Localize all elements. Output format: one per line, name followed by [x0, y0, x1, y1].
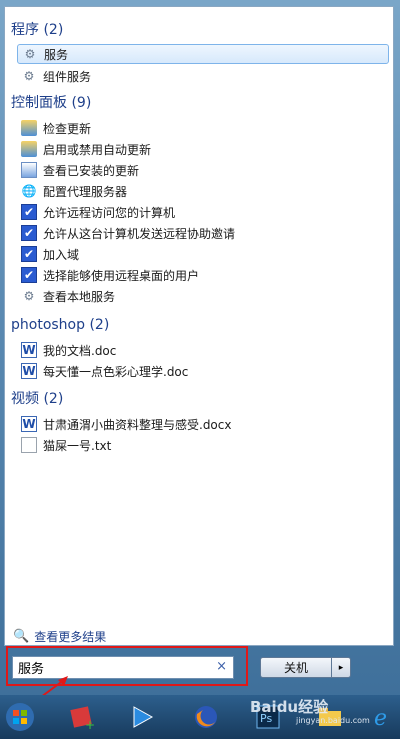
taskbar-app-notes[interactable]: +	[64, 699, 100, 735]
watermark: Baidu经验	[250, 698, 329, 716]
result-item-auto-updates[interactable]: 启用或禁用自动更新	[17, 139, 389, 159]
notes-icon: +	[70, 706, 95, 730]
group-programs-title[interactable]: 程序 (2)	[11, 21, 63, 39]
start-button[interactable]	[2, 699, 38, 735]
play-icon	[133, 706, 154, 728]
watermark-url: jingyan.baidu.com	[296, 716, 370, 725]
svg-text:+: +	[85, 718, 95, 730]
result-item-color-psychology[interactable]: W 每天懂一点色彩心理学.doc	[17, 361, 389, 381]
taskbar-app-player[interactable]	[124, 699, 160, 735]
result-item-local-services[interactable]: ⚙ 查看本地服务	[17, 286, 389, 306]
group-photoshop-title[interactable]: photoshop (2)	[11, 316, 109, 334]
result-item-check-updates[interactable]: 检查更新	[17, 118, 389, 138]
firefox-icon	[195, 706, 217, 728]
remote-access-icon: ✔	[21, 204, 37, 220]
group-control-panel-title[interactable]: 控制面板 (9)	[11, 94, 91, 112]
shutdown-button[interactable]: 关机	[260, 657, 332, 678]
result-item-remote-desktop-users[interactable]: ✔ 选择能够使用远程桌面的用户	[17, 265, 389, 285]
proxy-icon: 🌐	[21, 184, 37, 198]
taskbar-app-firefox[interactable]	[188, 699, 224, 735]
word-doc-icon: W	[21, 416, 37, 432]
svg-text:e: e	[374, 706, 387, 731]
result-item-installed-updates[interactable]: 查看已安装的更新	[17, 160, 389, 180]
taskbar-app-ie[interactable]: e	[366, 699, 400, 735]
installed-updates-icon	[21, 162, 37, 178]
gear-icon: ⚙	[24, 47, 36, 61]
result-item-txt-file[interactable]: 猫屎一号.txt	[17, 435, 389, 455]
control-panel-icon	[21, 141, 37, 157]
windows-logo-icon	[6, 703, 34, 731]
gear-icon: ⚙	[23, 289, 35, 303]
result-item-my-document[interactable]: W 我的文档.doc	[17, 340, 389, 360]
internet-explorer-icon: e	[374, 706, 387, 731]
remote-access-icon: ✔	[21, 246, 37, 262]
component-services-icon: ⚙	[23, 69, 35, 83]
magnifier-icon: 🔍	[13, 629, 30, 644]
result-item-services[interactable]: ⚙ 服务	[17, 44, 389, 64]
shutdown-options-button[interactable]: ▸	[331, 657, 351, 678]
remote-access-icon: ✔	[21, 267, 37, 283]
result-item-component-services[interactable]: ⚙ 组件服务	[17, 66, 389, 86]
word-doc-icon: W	[21, 342, 37, 358]
result-item-remote-assistance[interactable]: ✔ 允许从这台计算机发送远程协助邀请	[17, 223, 389, 243]
text-file-icon	[21, 437, 37, 453]
group-video-title[interactable]: 视频 (2)	[11, 390, 63, 408]
remote-access-icon: ✔	[21, 225, 37, 241]
result-item-gansu-doc[interactable]: W 甘肃通渭小曲资料整理与感受.docx	[17, 414, 389, 434]
word-doc-icon: W	[21, 363, 37, 379]
see-more-results-link[interactable]: 🔍 查看更多结果	[13, 628, 106, 645]
search-results-panel: 程序 (2) ⚙ 服务 ⚙ 组件服务 控制面板 (9) 检查更新 启用或禁用自动…	[4, 6, 394, 646]
result-item-join-domain[interactable]: ✔ 加入域	[17, 244, 389, 264]
result-item-remote-access[interactable]: ✔ 允许远程访问您的计算机	[17, 202, 389, 222]
result-item-proxy-server[interactable]: 🌐 配置代理服务器	[17, 181, 389, 201]
control-panel-icon	[21, 120, 37, 136]
